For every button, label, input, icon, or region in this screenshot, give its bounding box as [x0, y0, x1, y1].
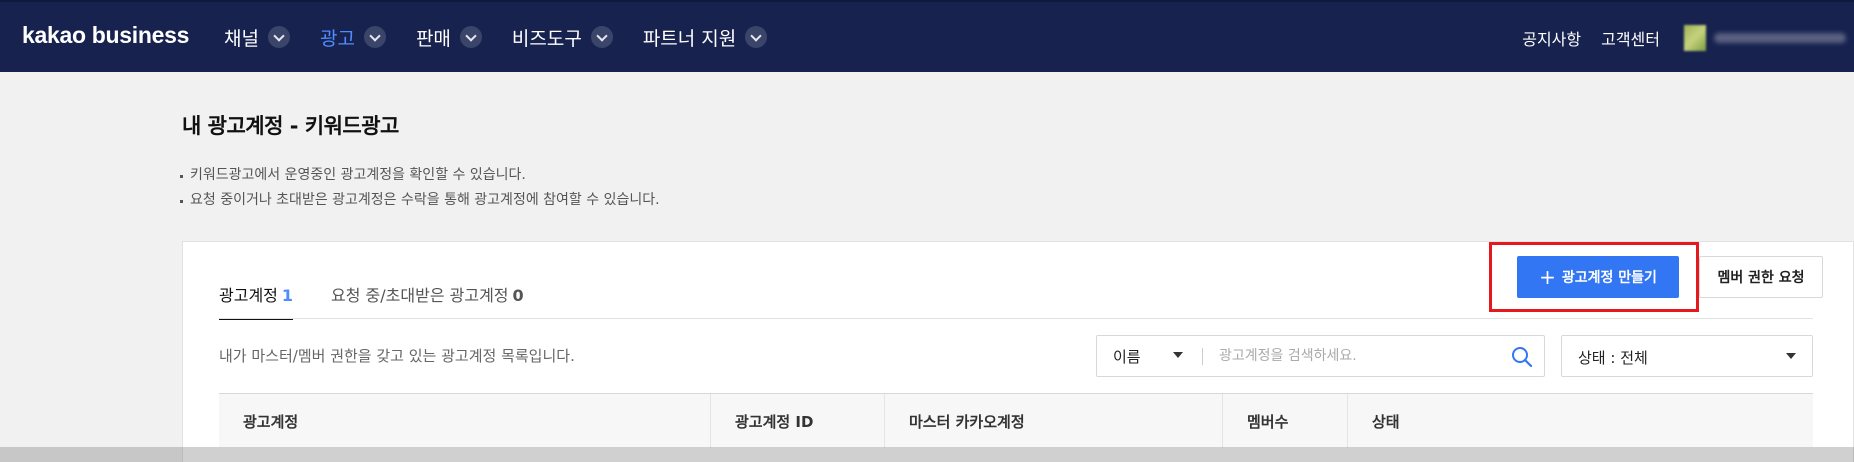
create-ad-account-button[interactable]: + 광고계정 만들기	[1517, 256, 1679, 298]
table-header: 광고계정 광고계정 ID 마스터 카카오계정 멤버수 상태	[219, 393, 1813, 448]
note-item: 요청 중이거나 초대받은 광고계정은 수락을 통해 광고계정에 참여할 수 있습…	[180, 188, 660, 213]
tab-count: 0	[512, 286, 524, 305]
column-header[interactable]: 상태	[1348, 394, 1813, 448]
create-button-label: 광고계정 만들기	[1561, 270, 1657, 286]
column-header[interactable]: 광고계정 ID	[711, 394, 885, 448]
notice-link[interactable]: 공지사항	[1522, 26, 1581, 50]
status-filter-select[interactable]: 상태 : 전체	[1561, 335, 1813, 377]
search-type-value: 이름	[1113, 347, 1141, 366]
page-title: 내 광고계정 - 키워드광고	[182, 114, 399, 138]
nav-item-biz-tools[interactable]: 비즈도구	[512, 20, 613, 54]
account-tabs: 광고계정 1 요청 중/초대받은 광고계정 0	[219, 282, 562, 320]
tab-label: 광고계정	[219, 286, 278, 305]
support-link[interactable]: 고객센터	[1601, 26, 1660, 50]
search-icon[interactable]	[1511, 346, 1533, 368]
kakao-business-logo[interactable]: kakao business	[22, 22, 189, 49]
main-nav: 채널 광고 판매 비즈도구 파트너 지원	[224, 20, 797, 54]
tab-count: 1	[281, 286, 294, 305]
nav-item-partner-support[interactable]: 파트너 지원	[642, 20, 768, 54]
nav-item-label: 파트너 지원	[642, 27, 737, 50]
page-notes: 키워드광고에서 운영중인 광고계정을 확인할 수 있습니다. 요청 중이거나 초…	[180, 163, 660, 213]
plus-icon: +	[1539, 265, 1556, 289]
list-description: 내가 마스터/멤버 권한을 갖고 있는 광고계정 목록입니다.	[219, 347, 575, 365]
nav-item-label: 판매	[415, 27, 451, 50]
column-header[interactable]: 마스터 카카오계정	[885, 394, 1223, 448]
caret-down-icon	[1786, 353, 1796, 359]
tab-ad-accounts[interactable]: 광고계정 1	[219, 282, 294, 320]
tab-pending-invited[interactable]: 요청 중/초대받은 광고계정 0	[331, 282, 524, 320]
divider	[1202, 348, 1203, 365]
search-box: 이름	[1096, 335, 1545, 377]
status-filter-value: 상태 : 전체	[1578, 349, 1648, 367]
ad-account-card: 광고계정 1 요청 중/초대받은 광고계정 0 + 광고계정 만들기 멤버 권한 요…	[182, 241, 1854, 462]
chevron-down-icon	[459, 26, 482, 48]
note-item: 키워드광고에서 운영중인 광고계정을 확인할 수 있습니다.	[180, 163, 660, 188]
avatar[interactable]	[1684, 25, 1706, 51]
tabs-divider	[219, 318, 1813, 319]
tab-label: 요청 중/초대받은 광고계정	[331, 286, 509, 305]
nav-item-ads[interactable]: 광고	[320, 20, 386, 54]
header-utility: 공지사항 고객센터	[1522, 20, 1854, 56]
nav-item-sales[interactable]: 판매	[416, 20, 482, 54]
account-name-redacted[interactable]	[1714, 33, 1846, 43]
column-header[interactable]: 멤버수	[1223, 394, 1348, 448]
chevron-down-icon	[745, 26, 768, 48]
column-header[interactable]: 광고계정	[219, 394, 711, 448]
bottom-scrim	[0, 447, 1854, 462]
chevron-down-icon	[267, 26, 290, 48]
nav-item-label: 채널	[224, 27, 259, 50]
nav-item-label: 광고	[319, 27, 355, 50]
caret-down-icon	[1173, 352, 1183, 358]
chevron-down-icon	[590, 26, 613, 48]
member-permission-request-button[interactable]: 멤버 권한 요청	[1699, 256, 1823, 298]
nav-item-label: 비즈도구	[511, 27, 582, 50]
nav-item-channel[interactable]: 채널	[224, 20, 290, 54]
top-navigation-bar: kakao business 채널 광고 판매 비즈도구 파트너 지원 공지사항…	[0, 0, 1854, 72]
chevron-down-icon	[363, 26, 386, 48]
search-input[interactable]	[1219, 336, 1499, 376]
